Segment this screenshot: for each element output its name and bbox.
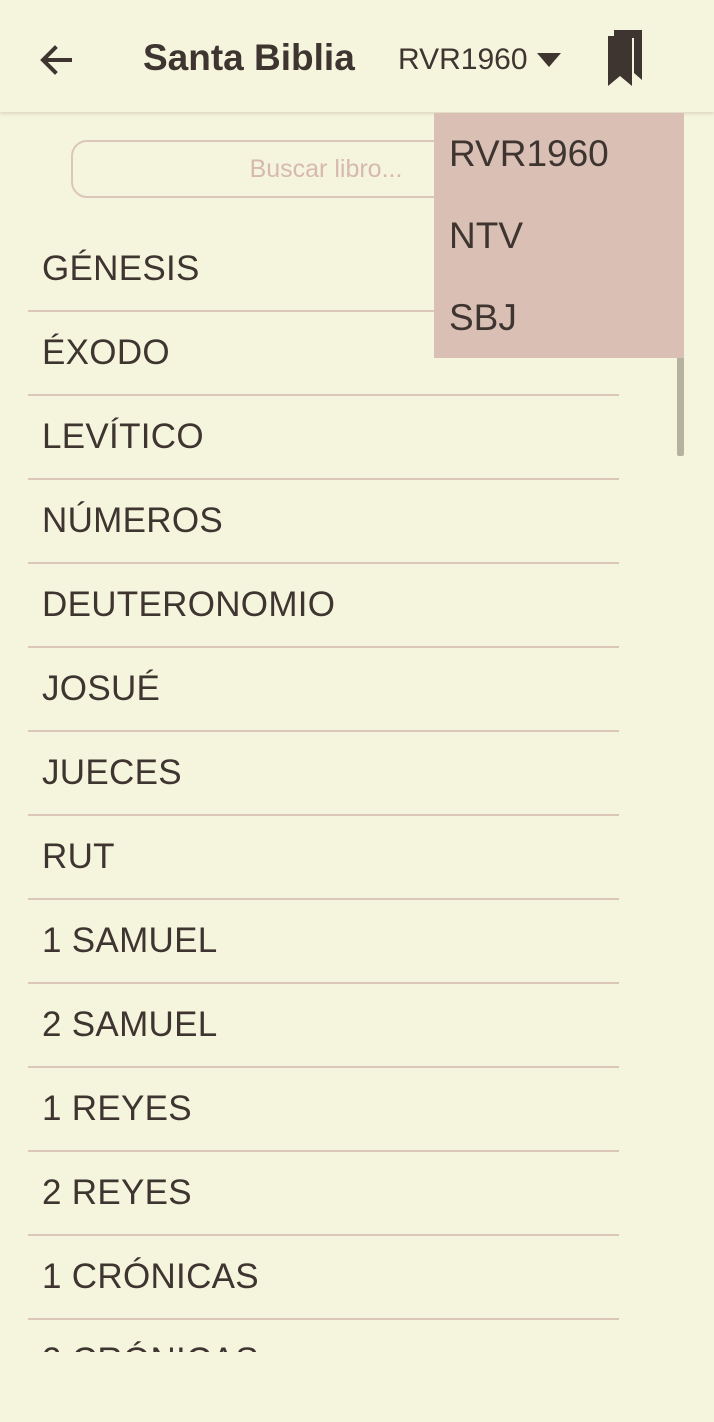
version-option[interactable]: RVR1960 [434, 113, 684, 195]
version-option-label: SBJ [449, 297, 517, 338]
back-button[interactable] [28, 32, 84, 88]
book-item[interactable]: 2 REYES [28, 1152, 619, 1236]
book-name: 2 CRÓNICAS [42, 1341, 259, 1352]
version-selected-label: RVR1960 [398, 43, 528, 76]
book-item[interactable]: JUECES [28, 732, 619, 816]
book-name: NÚMEROS [42, 501, 223, 540]
book-name: 1 REYES [42, 1089, 192, 1128]
book-item[interactable]: 2 SAMUEL [28, 984, 619, 1068]
caret-down-icon [536, 53, 561, 67]
book-name: DEUTERONOMIO [42, 585, 336, 624]
book-name: JUECES [42, 753, 182, 792]
book-name: 1 SAMUEL [42, 921, 218, 960]
book-name: 2 SAMUEL [42, 1005, 218, 1044]
book-item[interactable]: RUT [28, 816, 619, 900]
page-title: Santa Biblia [143, 37, 355, 78]
book-item[interactable]: LEVÍTICO [28, 396, 619, 480]
app-bar: Santa Biblia RVR1960 [0, 0, 714, 112]
arrow-left-icon [40, 45, 72, 75]
version-selector[interactable]: RVR1960 [398, 40, 562, 80]
book-name: 1 CRÓNICAS [42, 1257, 259, 1296]
version-option-label: NTV [449, 215, 523, 256]
bookmark-icon [608, 30, 642, 86]
book-name: LEVÍTICO [42, 417, 204, 456]
book-item[interactable]: DEUTERONOMIO [28, 564, 619, 648]
book-name: GÉNESIS [42, 249, 200, 288]
book-name: ÉXODO [42, 333, 170, 372]
book-item[interactable]: NÚMEROS [28, 480, 619, 564]
version-dropdown-menu: RVR1960 NTV SBJ [434, 113, 684, 358]
bookmarks-button[interactable] [600, 28, 652, 88]
version-option[interactable]: NTV [434, 195, 684, 277]
scrollbar-thumb[interactable] [677, 352, 684, 456]
version-option[interactable]: SBJ [434, 277, 684, 359]
book-name: RUT [42, 837, 115, 876]
book-name: JOSUÉ [42, 669, 161, 708]
book-name: 2 REYES [42, 1173, 192, 1212]
book-item[interactable]: 1 CRÓNICAS [28, 1236, 619, 1320]
book-item[interactable]: 1 REYES [28, 1068, 619, 1152]
book-item[interactable]: 1 SAMUEL [28, 900, 619, 984]
book-list: GÉNESIS ÉXODO LEVÍTICO NÚMEROS DEUTERONOMIO J… [28, 228, 619, 1352]
book-item[interactable]: 2 CRÓNICAS [28, 1320, 619, 1352]
version-option-label: RVR1960 [449, 133, 609, 174]
book-item[interactable]: JOSUÉ [28, 648, 619, 732]
